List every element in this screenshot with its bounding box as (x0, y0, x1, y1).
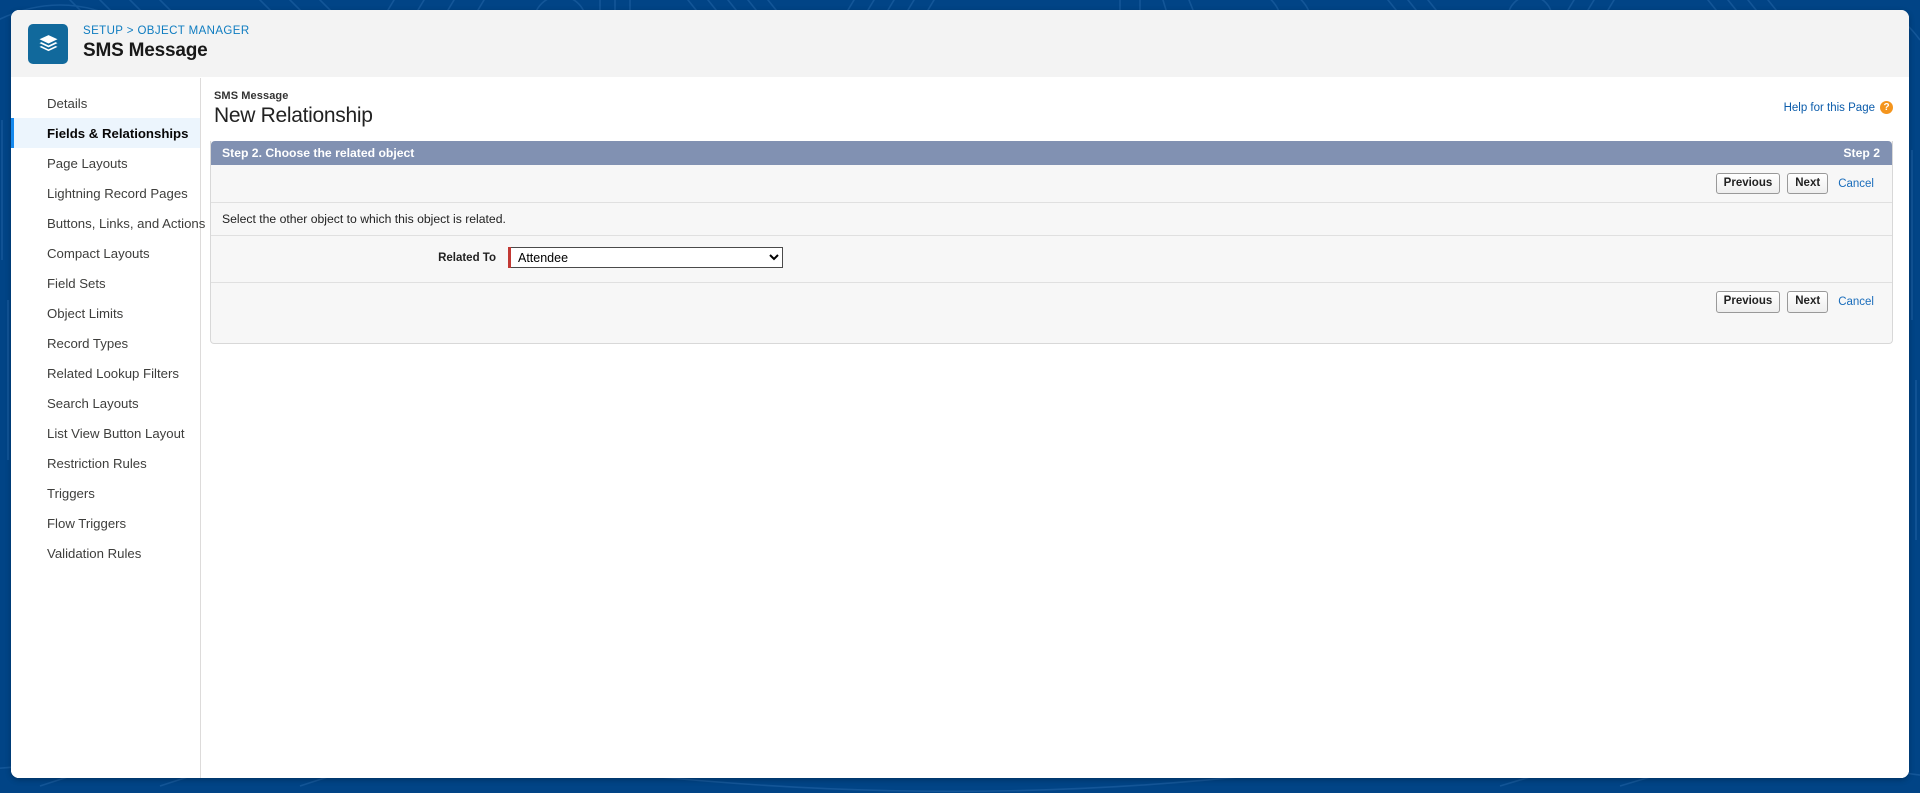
breadcrumb[interactable]: SETUP > OBJECT MANAGER (83, 25, 250, 38)
page-header: SETUP > OBJECT MANAGER SMS Message (11, 10, 1909, 78)
sidebar-item-flow-triggers[interactable]: Flow Triggers (11, 508, 200, 538)
content-header: SMS Message New Relationship Help for th… (210, 87, 1893, 128)
sidebar-item-fields-and-relationships[interactable]: Fields & Relationships (11, 118, 200, 148)
sidebar-item-list-view-button-layout[interactable]: List View Button Layout (11, 418, 200, 448)
app-window: SETUP > OBJECT MANAGER SMS Message Detai… (11, 10, 1909, 778)
sidebar-item-label: Validation Rules (47, 545, 142, 561)
step-header-bar: Step 2. Choose the related object Step 2 (211, 141, 1892, 165)
sidebar-item-label: Flow Triggers (47, 515, 127, 531)
step-indicator: Step 2 (1843, 146, 1880, 160)
previous-button-bottom[interactable]: Previous (1715, 291, 1781, 313)
setup-sidebar-nav: Details Fields & Relationships Page Layo… (11, 78, 205, 778)
panel-footer-spacer (211, 320, 1892, 343)
sidebar-item-object-limits[interactable]: Object Limits (11, 298, 200, 328)
sidebar-item-field-sets[interactable]: Field Sets (11, 268, 200, 298)
sidebar-item-label: Compact Layouts (47, 245, 150, 261)
sidebar-item-label: Record Types (47, 335, 129, 351)
main-content: SMS Message New Relationship Help for th… (201, 78, 1909, 778)
related-to-field-row: Related To Attendee (211, 236, 1892, 283)
sidebar-item-label: Related Lookup Filters (47, 365, 179, 381)
stacked-layers-icon (28, 23, 68, 64)
sidebar-item-label: Page Layouts (47, 155, 128, 171)
app-background: SETUP > OBJECT MANAGER SMS Message Detai… (0, 0, 1920, 793)
sidebar-item-validation-rules[interactable]: Validation Rules (11, 538, 200, 568)
sidebar-item-label: Triggers (47, 485, 95, 501)
related-to-select-wrapper: Attendee (508, 247, 783, 269)
sidebar-item-page-layouts[interactable]: Page Layouts (11, 148, 200, 178)
sidebar-item-compact-layouts[interactable]: Compact Layouts (11, 238, 200, 268)
sidebar-item-buttons-links-actions[interactable]: Buttons, Links, and Actions (11, 208, 205, 238)
sidebar-item-label: List View Button Layout (47, 425, 185, 441)
sidebar-item-triggers[interactable]: Triggers (11, 478, 200, 508)
previous-button-top[interactable]: Previous (1715, 173, 1781, 195)
step-panel: Step 2. Choose the related object Step 2… (210, 141, 1893, 344)
sidebar-item-lightning-record-pages[interactable]: Lightning Record Pages (11, 178, 200, 208)
bottom-button-row: Previous Next Cancel (211, 283, 1892, 321)
help-link-label: Help for this Page (1783, 101, 1875, 114)
cancel-link-top[interactable]: Cancel (1835, 178, 1877, 190)
sidebar-item-related-lookup-filters[interactable]: Related Lookup Filters (11, 358, 200, 388)
next-button-bottom[interactable]: Next (1787, 291, 1829, 313)
help-for-this-page-link[interactable]: Help for this Page ? (1784, 101, 1893, 114)
sidebar-item-label: Object Limits (47, 305, 124, 321)
sidebar-item-label: Field Sets (47, 275, 106, 291)
content-title-block: SMS Message New Relationship (214, 90, 373, 128)
context-label: SMS Message (214, 90, 289, 102)
related-to-select[interactable]: Attendee (511, 247, 783, 269)
question-mark-icon[interactable]: ? (1880, 101, 1893, 114)
sidebar-item-label: Fields & Relationships (47, 125, 189, 141)
sidebar-item-search-layouts[interactable]: Search Layouts (11, 388, 200, 418)
body-row: Details Fields & Relationships Page Layo… (11, 78, 1909, 778)
sidebar-item-label: Search Layouts (47, 395, 139, 411)
next-button-top[interactable]: Next (1787, 173, 1829, 195)
sidebar-item-label: Restriction Rules (47, 455, 147, 471)
cancel-link-bottom[interactable]: Cancel (1835, 296, 1877, 308)
page-title: SMS Message (83, 39, 208, 61)
sidebar-item-label: Buttons, Links, and Actions (47, 215, 206, 231)
content-heading: New Relationship (214, 104, 373, 127)
sidebar-item-label: Lightning Record Pages (47, 185, 188, 201)
top-button-row: Previous Next Cancel (211, 165, 1892, 203)
header-text-block: SETUP > OBJECT MANAGER SMS Message (83, 25, 250, 62)
instruction-text: Select the other object to which this ob… (211, 203, 1892, 236)
step-title: Step 2. Choose the related object (222, 146, 415, 160)
sidebar-item-restriction-rules[interactable]: Restriction Rules (11, 448, 200, 478)
sidebar-item-record-types[interactable]: Record Types (11, 328, 200, 358)
related-to-label: Related To (438, 251, 496, 264)
sidebar-item-label: Details (47, 95, 88, 111)
sidebar-item-details[interactable]: Details (11, 88, 200, 118)
